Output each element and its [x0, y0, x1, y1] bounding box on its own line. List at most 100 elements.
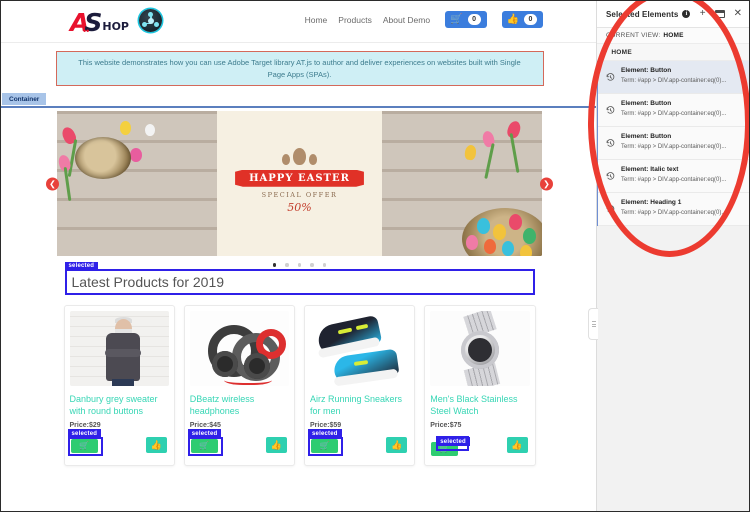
easter-title: HAPPY EASTER [235, 169, 364, 187]
thumbs-up-icon: 👍 [150, 439, 162, 450]
panel-title: Selected Elements [606, 9, 679, 19]
list-item[interactable]: Element: Heading 1 Term: #app > DIV.app-… [598, 193, 749, 226]
main-navigation: Home Products About Demo 🛒 0 👍 0 [305, 11, 543, 28]
carousel-prev-button[interactable]: ❮ [46, 177, 59, 191]
product-image-sweater [69, 310, 169, 386]
thumbs-up-icon: 👍 [391, 439, 403, 450]
carousel-dot-5[interactable] [322, 263, 327, 267]
history-icon [606, 69, 615, 87]
list-item[interactable]: Element: Button Term: #app > DIV.app-con… [598, 61, 749, 94]
product-title[interactable]: Men's Black Stainless Steel Watch [430, 393, 529, 417]
list-item-text: Element: Italic text Term: #app > DIV.ap… [621, 166, 743, 185]
selected-elements-panel: Selected Elements i + ✕ CURRENT VIEW: HO… [588, 1, 749, 511]
carousel-dot-3[interactable] [297, 263, 302, 267]
buy-selected-badge: selected [187, 429, 222, 439]
product-actions: selected 🛒 👍 [308, 429, 409, 459]
demo-notice: This website demonstrates how you can us… [55, 51, 544, 87]
plus-icon[interactable]: + [700, 9, 706, 19]
logo-wordmark: A S HOP •• [70, 5, 129, 36]
notice-wrapper: This website demonstrates how you can us… [1, 43, 598, 87]
brand-logo[interactable]: A S HOP •• [70, 5, 162, 36]
grip-icon [591, 321, 596, 327]
thumbs-up-icon: 👍 [270, 439, 283, 450]
view-group-header[interactable]: ▾ HOME [597, 44, 749, 61]
like-button[interactable]: 👍 [266, 437, 287, 454]
element-term: Term: #app > DIV.app-container:eq(0)... [621, 177, 727, 184]
element-name: Element: Italic text [621, 166, 679, 173]
list-item[interactable]: Element: Italic text Term: #app > DIV.ap… [598, 160, 749, 193]
product-actions: selected 🛒 👍 [187, 429, 289, 459]
product-card[interactable]: Danbury grey sweater with round buttons … [63, 304, 175, 467]
nav-item-about-demo[interactable]: About Demo [383, 15, 430, 25]
carousel-dot-2[interactable] [285, 263, 289, 267]
product-card[interactable]: Airz Running Sneakers for men Price:$59 … [304, 304, 416, 467]
carousel-dot-4[interactable] [310, 263, 314, 267]
product-actions: selected 🛒 👍 [67, 429, 169, 459]
list-item-text: Element: Button Term: #app > DIV.app-con… [621, 100, 743, 119]
list-item-text: Element: Button Term: #app > DIV.app-con… [621, 133, 743, 152]
like-button[interactable]: 👍 [386, 437, 408, 454]
carousel-slide-middle: HAPPY EASTER SPECIAL OFFER 50% [217, 111, 382, 257]
history-icon [606, 102, 615, 120]
view-group-label: HOME [611, 48, 633, 56]
panel-header: Selected Elements i + ✕ [597, 1, 749, 28]
like-button[interactable]: 👍 [506, 437, 528, 454]
like-button[interactable]: 👍 [145, 437, 167, 454]
nav-item-home[interactable]: Home [305, 15, 328, 25]
buy-selected-badge: selected [308, 429, 342, 439]
element-term: Term: #app > DIV.app-container:eq(0)... [621, 144, 727, 151]
product-price: Price:$75 [430, 422, 462, 430]
chevron-down-icon: ▾ [604, 49, 608, 56]
element-term: Term: #app > DIV.app-container:eq(0)... [621, 78, 727, 85]
likes-count: 0 [524, 14, 537, 25]
element-name: Element: Button [621, 67, 672, 74]
window-icon[interactable] [714, 10, 725, 18]
element-name: Element: Heading 1 [621, 199, 682, 206]
buy-selected-badge: selected [67, 429, 102, 439]
product-price: Price:$45 [189, 422, 221, 430]
heading-selected-badge: selected [64, 261, 99, 271]
product-card[interactable]: DBeatz wireless headphones Price:$45 sel… [183, 304, 295, 467]
logo-dots: •• [83, 26, 90, 36]
buy-selected-badge: selected [436, 437, 470, 447]
container-marker-row: Container [1, 93, 598, 109]
section-heading-block: selected Latest Products for 2019 [64, 261, 535, 295]
cart-button[interactable]: 🛒 0 [445, 11, 487, 28]
product-image-sneakers [310, 310, 410, 386]
thumbs-up-icon: 👍 [511, 439, 523, 450]
buy-selection-frame [67, 437, 103, 457]
carousel-next-button[interactable]: ❯ [540, 177, 553, 191]
list-item-text: Element: Button Term: #app > DIV.app-con… [621, 67, 743, 86]
buy-button-wrapper: selected 🛒 [67, 429, 103, 457]
info-icon[interactable]: i [682, 10, 691, 18]
list-item[interactable]: Element: Button Term: #app > DIV.app-con… [598, 127, 749, 160]
site-preview: A S HOP •• Home Products About Demo 🛒 0 [1, 1, 598, 511]
carousel-slide-left [57, 111, 217, 257]
element-name: Element: Button [621, 133, 672, 140]
carousel-dot-1[interactable] [272, 263, 277, 267]
list-item[interactable]: Element: Button Term: #app > DIV.app-con… [598, 94, 749, 127]
product-title[interactable]: DBeatz wireless headphones [190, 393, 289, 417]
current-view-row: CURRENT VIEW: HOME [597, 28, 749, 44]
nav-item-products[interactable]: Products [338, 15, 372, 25]
heading-selection-box[interactable]: Latest Products for 2019 [64, 268, 535, 295]
panel-resize-handle[interactable] [588, 308, 598, 340]
cart-icon: 🛒 [450, 13, 463, 25]
container-badge[interactable]: Container [2, 93, 47, 106]
product-card[interactable]: Men's Black Stainless Steel Watch Price:… [424, 304, 536, 467]
product-image-watch [430, 310, 530, 386]
current-view-value: HOME [663, 32, 684, 39]
product-title[interactable]: Danbury grey sweater with round buttons [70, 393, 169, 417]
carousel-slide-right [382, 111, 542, 257]
close-icon[interactable]: ✕ [734, 9, 742, 19]
likes-button[interactable]: 👍 0 [501, 11, 543, 28]
product-price: Price:$29 [69, 422, 101, 430]
product-grid: Danbury grey sweater with round buttons … [63, 304, 536, 467]
product-title[interactable]: Airz Running Sneakers for men [310, 393, 409, 417]
buy-button-wrapper: selected 🛒 [308, 429, 343, 457]
history-icon [606, 135, 615, 153]
container-underline [1, 106, 598, 109]
element-term: Term: #app > DIV.app-container:eq(0)... [621, 111, 727, 118]
cart-count: 0 [467, 14, 481, 25]
hero-carousel[interactable]: HAPPY EASTER SPECIAL OFFER 50% ❮ ❯ [46, 111, 553, 257]
